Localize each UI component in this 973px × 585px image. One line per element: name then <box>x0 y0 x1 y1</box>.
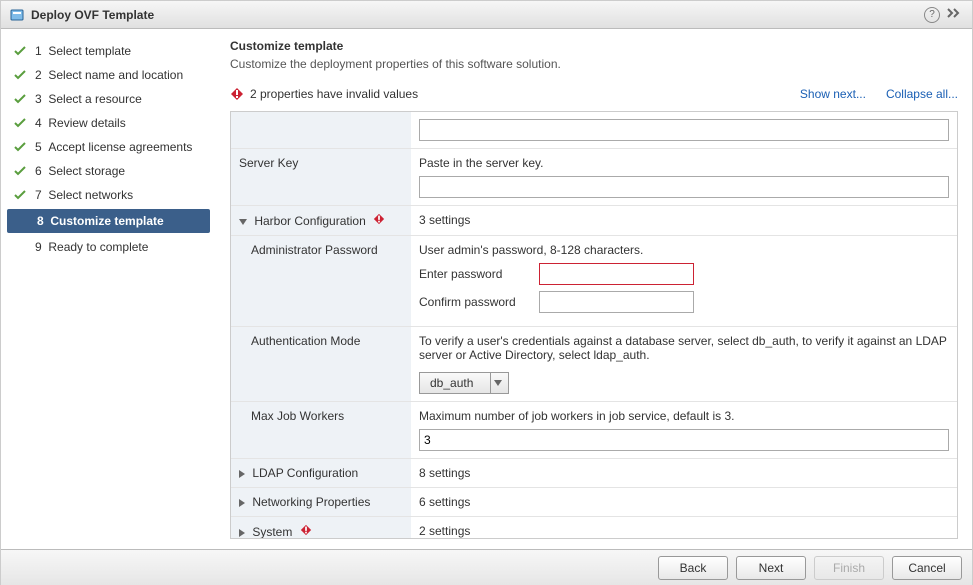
check-icon <box>13 44 27 58</box>
check-icon <box>13 92 27 106</box>
generic-input[interactable] <box>419 119 949 141</box>
help-icon[interactable]: ? <box>924 7 940 23</box>
table-row: Max Job Workers Maximum number of job wo… <box>231 402 957 459</box>
chevron-right-icon <box>239 499 245 507</box>
auth-mode-select[interactable]: db_auth <box>419 372 509 394</box>
chevron-down-icon <box>490 373 508 393</box>
confirm-password-label: Confirm password <box>419 295 529 309</box>
properties-table: Server Key Paste in the server key. Harb… <box>231 112 957 538</box>
step-ready-complete[interactable]: 9 Ready to complete <box>1 235 216 259</box>
networking-settings-count: 6 settings <box>411 488 957 517</box>
max-workers-label: Max Job Workers <box>231 402 411 459</box>
admin-password-desc: User admin's password, 8-128 characters. <box>419 243 949 257</box>
show-next-link[interactable]: Show next... <box>800 87 866 101</box>
cancel-button[interactable]: Cancel <box>892 556 962 580</box>
error-icon <box>230 87 244 101</box>
server-key-desc: Paste in the server key. <box>419 156 949 170</box>
step-select-name-location[interactable]: 2 Select name and location <box>1 63 216 87</box>
check-icon <box>13 188 27 202</box>
harbor-section-header[interactable]: Harbor Configuration 3 settings <box>231 206 957 236</box>
wizard-steps-sidebar: 1 Select template 2 Select name and loca… <box>1 29 216 549</box>
table-row: Authentication Mode To verify a user's c… <box>231 327 957 402</box>
page-title: Customize template <box>230 39 958 53</box>
validation-bar: 2 properties have invalid values Show ne… <box>230 81 958 111</box>
auth-mode-label: Authentication Mode <box>231 327 411 402</box>
ldap-section-header[interactable]: LDAP Configuration 8 settings <box>231 459 957 488</box>
chevron-down-icon <box>239 219 247 225</box>
server-key-label: Server Key <box>231 149 411 206</box>
wizard-footer: Back Next Finish Cancel <box>1 549 972 585</box>
page-subtitle: Customize the deployment properties of t… <box>230 57 958 71</box>
auth-mode-desc: To verify a user's credentials against a… <box>419 334 949 362</box>
back-button[interactable]: Back <box>658 556 728 580</box>
check-icon <box>13 140 27 154</box>
check-icon <box>13 164 27 178</box>
wizard-header: Deploy OVF Template ? <box>1 1 972 29</box>
forward-icon[interactable] <box>946 7 964 22</box>
ovf-icon <box>9 7 25 23</box>
step-customize-template[interactable]: 8 Customize template <box>7 209 210 233</box>
check-icon <box>13 68 27 82</box>
main-panel: Customize template Customize the deploym… <box>216 29 972 549</box>
max-workers-desc: Maximum number of job workers in job ser… <box>419 409 949 423</box>
finish-button: Finish <box>814 556 884 580</box>
wizard-title: Deploy OVF Template <box>31 8 154 22</box>
enter-password-label: Enter password <box>419 267 529 281</box>
error-icon <box>300 524 312 536</box>
admin-password-label: Administrator Password <box>231 236 411 327</box>
step-select-networks[interactable]: 7 Select networks <box>1 183 216 207</box>
step-select-storage[interactable]: 6 Select storage <box>1 159 216 183</box>
harbor-settings-count: 3 settings <box>411 206 957 236</box>
chevron-right-icon <box>239 470 245 478</box>
enter-password-input[interactable] <box>539 263 694 285</box>
error-icon <box>373 213 385 225</box>
server-key-input[interactable] <box>419 176 949 198</box>
check-icon <box>13 116 27 130</box>
step-select-template[interactable]: 1 Select template <box>1 39 216 63</box>
confirm-password-input[interactable] <box>539 291 694 313</box>
system-settings-count: 2 settings <box>411 517 957 539</box>
step-accept-license[interactable]: 5 Accept license agreements <box>1 135 216 159</box>
system-section-header[interactable]: System 2 settings <box>231 517 957 539</box>
validation-text: 2 properties have invalid values <box>250 87 418 101</box>
max-workers-input[interactable] <box>419 429 949 451</box>
chevron-right-icon <box>239 529 245 537</box>
ldap-settings-count: 8 settings <box>411 459 957 488</box>
table-row: Server Key Paste in the server key. <box>231 149 957 206</box>
collapse-all-link[interactable]: Collapse all... <box>886 87 958 101</box>
step-review-details[interactable]: 4 Review details <box>1 111 216 135</box>
next-button[interactable]: Next <box>736 556 806 580</box>
networking-section-header[interactable]: Networking Properties 6 settings <box>231 488 957 517</box>
table-row: Administrator Password User admin's pass… <box>231 236 957 327</box>
step-select-resource[interactable]: 3 Select a resource <box>1 87 216 111</box>
table-row <box>231 112 957 149</box>
properties-scroll[interactable]: Server Key Paste in the server key. Harb… <box>231 112 957 538</box>
